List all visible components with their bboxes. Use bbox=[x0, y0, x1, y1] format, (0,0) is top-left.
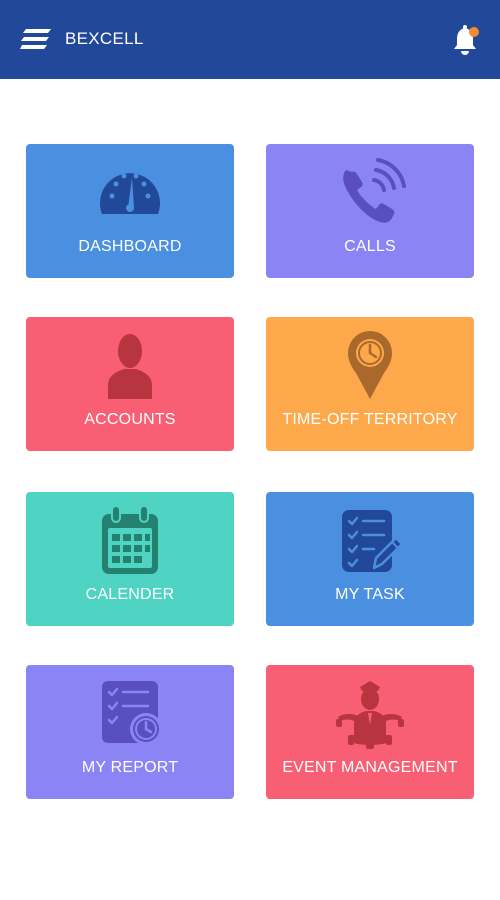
location-clock-icon bbox=[330, 329, 410, 401]
notification-bell-icon[interactable] bbox=[452, 24, 482, 56]
task-checklist-icon bbox=[330, 504, 410, 576]
tile-event-management-label: EVENT MANAGEMENT bbox=[282, 759, 458, 776]
tile-calender-label: CALENDER bbox=[85, 586, 175, 603]
report-clock-icon bbox=[90, 677, 170, 749]
tile-time-off-territory[interactable]: TIME-OFF TERRITORY bbox=[266, 317, 474, 451]
tile-calls-label: CALLS bbox=[344, 238, 396, 255]
top-app-bar: BEXCELL bbox=[0, 0, 500, 79]
tile-time-off-territory-label: TIME-OFF TERRITORY bbox=[282, 411, 458, 428]
tile-my-task[interactable]: MY TASK bbox=[266, 492, 474, 626]
tile-accounts-label: ACCOUNTS bbox=[84, 411, 176, 428]
calendar-icon bbox=[90, 504, 170, 576]
tile-event-management[interactable]: EVENT MANAGEMENT bbox=[266, 665, 474, 799]
notification-dot bbox=[469, 27, 479, 37]
speedometer-icon bbox=[90, 156, 170, 228]
tile-calender[interactable]: CALENDER bbox=[26, 492, 234, 626]
tile-my-task-label: MY TASK bbox=[335, 586, 405, 603]
tile-dashboard[interactable]: DASHBOARD bbox=[26, 144, 234, 278]
tile-my-report[interactable]: MY REPORT bbox=[26, 665, 234, 799]
tile-accounts[interactable]: ACCOUNTS bbox=[26, 317, 234, 451]
phone-call-icon bbox=[330, 156, 410, 228]
tile-dashboard-label: DASHBOARD bbox=[78, 238, 182, 255]
person-icon bbox=[90, 329, 170, 401]
event-manager-icon bbox=[330, 677, 410, 749]
app-title: BEXCELL bbox=[65, 29, 144, 48]
hamburger-menu-icon[interactable] bbox=[20, 28, 52, 50]
tile-calls[interactable]: CALLS bbox=[266, 144, 474, 278]
app-screen: BEXCELL DASHBOARD CALLS ACCOUNTS TIME-OF… bbox=[0, 0, 500, 900]
tile-my-report-label: MY REPORT bbox=[81, 759, 179, 776]
